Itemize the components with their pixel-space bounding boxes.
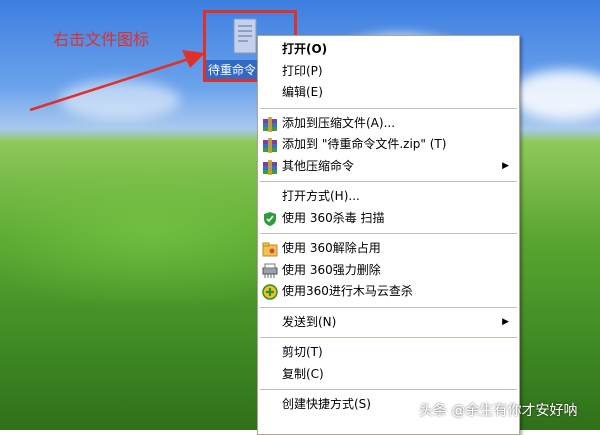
- menu-item[interactable]: 使用 360解除占用: [258, 238, 519, 260]
- shield-icon: [262, 211, 278, 227]
- winrar-icon: [262, 116, 278, 132]
- submenu-arrow-icon: ▶: [502, 316, 509, 327]
- unlock-folder-icon: [262, 241, 278, 257]
- menu-separator: [260, 181, 517, 182]
- menu-item-label: 添加到压缩文件(A)...: [282, 115, 396, 130]
- menu-item-label: 发送到(N): [282, 314, 337, 329]
- plus-circle-icon: [262, 284, 278, 300]
- winrar-icon: [262, 137, 278, 153]
- submenu-arrow-icon: ▶: [502, 160, 509, 171]
- menu-item[interactable]: 打印(P): [258, 61, 519, 83]
- menu-item-label: 打开(O): [282, 42, 328, 56]
- menu-item-label: 使用 360解除占用: [282, 241, 381, 255]
- menu-item-label: 其他压缩命令: [282, 158, 355, 173]
- menu-item[interactable]: 添加到压缩文件(A)...: [258, 113, 519, 135]
- menu-item[interactable]: 使用 360强力删除: [258, 260, 519, 282]
- shredder-icon: [262, 263, 278, 279]
- menu-item-label: 创建快捷方式(S): [282, 397, 371, 411]
- menu-item-label: 使用 360强力删除: [282, 262, 381, 277]
- menu-separator: [260, 306, 517, 308]
- menu-item-label: 复制(C): [282, 366, 324, 381]
- winrar-icon: [262, 159, 278, 175]
- menu-item-label: 使用360进行木马云查杀: [282, 284, 413, 298]
- menu-item-label: 打印(P): [282, 63, 323, 78]
- menu-item-label: 添加到 "待重命令文件.zip" (T): [282, 137, 447, 151]
- menu-item-label: 编辑(E): [282, 85, 323, 99]
- menu-item-label: 使用 360杀毒 扫描: [282, 210, 385, 225]
- menu-item[interactable]: 其他压缩命令 ▶: [258, 156, 519, 178]
- menu-item[interactable]: 发送到(N) ▶: [258, 312, 519, 334]
- menu-item[interactable]: 复制(C): [258, 364, 519, 386]
- menu-separator: [260, 389, 517, 390]
- menu-item-label: 打开方式(H)...: [282, 189, 360, 203]
- menu-item[interactable]: 打开(O): [258, 39, 519, 61]
- menu-separator: [260, 107, 517, 109]
- menu-item[interactable]: 打开方式(H)...: [258, 186, 519, 208]
- menu-item[interactable]: 剪切(T): [258, 342, 519, 364]
- menu-item[interactable]: 编辑(E): [258, 82, 519, 104]
- menu-item[interactable]: 添加到 "待重命令文件.zip" (T): [258, 134, 519, 156]
- menu-separator: [260, 233, 517, 234]
- menu-separator: [260, 337, 517, 338]
- context-menu: 打开(O) 打印(P) 编辑(E) 添加到压缩文件(A)... 添加到 "待重命令文件.…: [257, 35, 520, 435]
- menu-item[interactable]: 使用 360杀毒 扫描: [258, 208, 519, 230]
- menu-item-label: 剪切(T): [282, 345, 323, 359]
- menu-item[interactable]: 使用360进行木马云查杀: [258, 281, 519, 303]
- watermark-text: 头条 @余生有你才安好呐: [419, 403, 578, 419]
